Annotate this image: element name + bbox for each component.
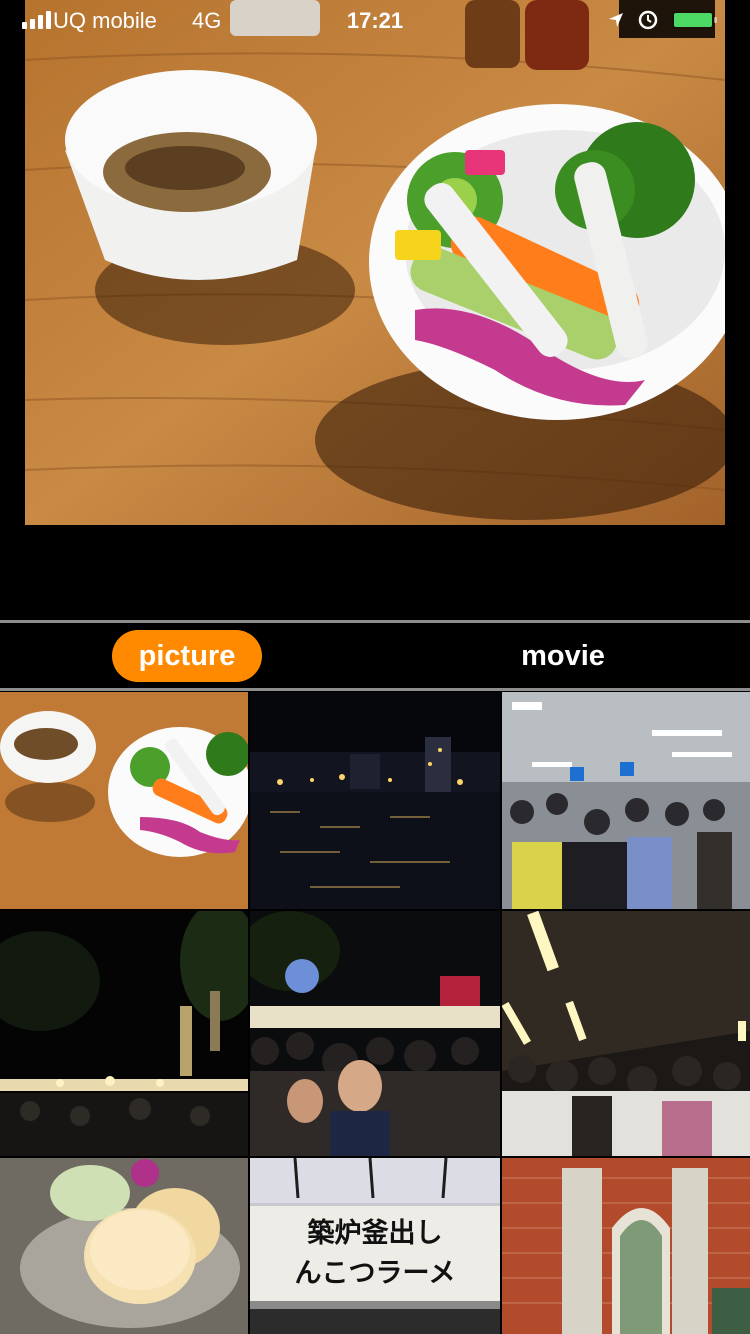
alarm-clock-icon bbox=[638, 10, 658, 30]
photo-thumbnail-festival-crowd[interactable] bbox=[250, 911, 500, 1156]
tab-picture[interactable]: picture bbox=[112, 630, 262, 682]
tab-movie[interactable]: movie bbox=[488, 630, 638, 682]
photo-thumbnail-pancakes[interactable] bbox=[0, 1158, 248, 1334]
selected-photo-preview bbox=[25, 0, 725, 525]
photo-picker-screen: UQ mobile 4G 17:21 picture movie 築炉釜出し ん… bbox=[0, 0, 750, 1334]
tab-bar-top-divider bbox=[0, 620, 750, 623]
photo-thumbnail-salad[interactable] bbox=[0, 692, 248, 909]
photo-thumbnail-station-crowd[interactable] bbox=[502, 692, 750, 909]
photo-grid: 築炉釜出し んこつラーメ bbox=[0, 692, 750, 1334]
photo-thumbnail-red-brick-building[interactable] bbox=[502, 1158, 750, 1334]
photo-thumbnail-night-river[interactable] bbox=[250, 692, 500, 909]
photo-thumbnail-underpass-crowd[interactable] bbox=[502, 911, 750, 1156]
photo-thumbnail-ramen-shop[interactable]: 築炉釜出し んこつラーメ bbox=[250, 1158, 500, 1334]
location-arrow-icon bbox=[609, 13, 623, 27]
battery-icon bbox=[672, 11, 717, 29]
ramen-sign-line2: んこつラーメ bbox=[295, 1258, 456, 1289]
tab-bar-bottom-divider bbox=[0, 688, 750, 691]
ramen-sign-line1: 築炉釜出し bbox=[307, 1217, 443, 1249]
photo-thumbnail-night-festival[interactable] bbox=[0, 911, 248, 1156]
status-bar: UQ mobile 4G 17:21 bbox=[0, 0, 750, 40]
